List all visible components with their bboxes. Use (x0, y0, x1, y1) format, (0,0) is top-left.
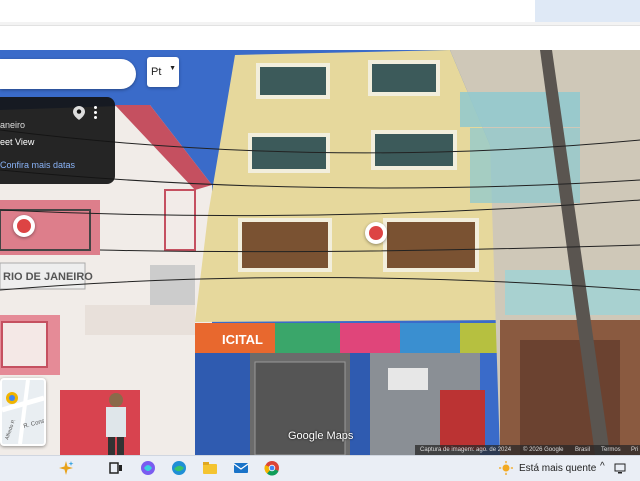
country-link[interactable]: Brasil (575, 447, 590, 453)
attribution-bar: Captura de imagem: ago. de 2024 © 2026 G… (415, 445, 640, 455)
copilot-app-icon[interactable] (140, 460, 156, 476)
see-more-dates-link[interactable]: Confira mais datas (0, 160, 75, 170)
bookmarks-bar (0, 25, 640, 51)
minimap-image: R. Cons Alfredo P. (2, 380, 44, 444)
search-input[interactable] (0, 59, 136, 89)
chevron-down-icon: ▼ (169, 65, 176, 72)
language-select-value: Pt (151, 66, 162, 78)
street-view-label: eet View (0, 137, 35, 147)
privacy-link[interactable]: Pri (631, 447, 638, 453)
wall-sign-text: RIO DE JANEIRO (3, 271, 93, 283)
chevron-up-icon[interactable]: ^ (600, 461, 605, 472)
minimap[interactable]: R. Cons Alfredo P. (0, 378, 46, 446)
language-select[interactable]: Pt ▼ (147, 57, 179, 87)
taskbar: Está mais quente ^ (0, 455, 640, 481)
image-capture-date: Captura de imagem: ago. de 2024 (420, 447, 512, 453)
file-explorer-icon[interactable] (202, 460, 218, 476)
place-marker-left[interactable] (13, 215, 35, 237)
browser-top-area (0, 0, 640, 51)
tab-strip-accent (535, 0, 640, 22)
mail-icon[interactable] (233, 460, 249, 476)
task-view-icon[interactable] (108, 460, 124, 476)
more-options-icon[interactable] (90, 106, 100, 120)
address-area (0, 0, 535, 22)
sun-icon[interactable] (499, 461, 513, 475)
copyright-text: © 2026 Google (523, 447, 564, 453)
terms-link[interactable]: Termos (601, 447, 621, 453)
location-pin-icon[interactable] (73, 106, 85, 120)
street-view-info-card: aneiro eet View Confira mais datas (0, 97, 115, 184)
edge-icon[interactable] (171, 460, 187, 476)
place-marker-center[interactable] (365, 222, 387, 244)
network-icon[interactable] (614, 462, 626, 474)
weather-status-text[interactable]: Está mais quente (519, 463, 596, 474)
google-maps-logo: Google Maps (288, 430, 354, 442)
storefront-sign-text: ICITAL (222, 332, 263, 347)
copilot-icon[interactable] (58, 460, 74, 476)
location-text: aneiro (0, 120, 26, 130)
chrome-icon[interactable] (264, 460, 280, 476)
